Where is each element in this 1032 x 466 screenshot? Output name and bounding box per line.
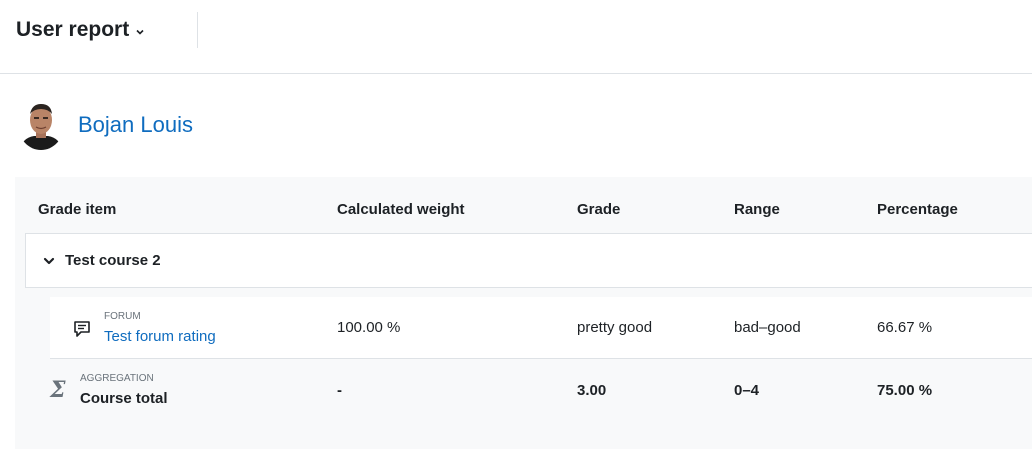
column-header-grade: Grade bbox=[577, 201, 621, 218]
total-percentage-cell: 75.00 % bbox=[877, 382, 933, 399]
category-name: Test course 2 bbox=[65, 252, 161, 269]
user-name-link[interactable]: Bojan Louis bbox=[78, 112, 193, 138]
column-header-percentage: Percentage bbox=[877, 201, 958, 218]
column-header-calculated-weight: Calculated weight bbox=[337, 201, 465, 218]
collapse-chevron-icon[interactable] bbox=[42, 254, 56, 268]
avatar[interactable] bbox=[18, 100, 64, 150]
column-header-grade-item: Grade item bbox=[38, 201, 117, 218]
range-cell: bad–good bbox=[734, 319, 801, 336]
item-type-label: FORUM bbox=[104, 311, 141, 322]
forum-icon bbox=[72, 319, 92, 339]
course-total-row: Σ AGGREGATION Course total - 3.00 0–4 75… bbox=[50, 359, 1032, 421]
total-range-cell: 0–4 bbox=[734, 382, 760, 399]
category-row: Test course 2 bbox=[25, 233, 1032, 288]
grade-cell: pretty good bbox=[577, 319, 653, 336]
column-header-range: Range bbox=[734, 201, 780, 218]
chevron-down-icon bbox=[135, 27, 145, 37]
divider bbox=[197, 12, 198, 48]
report-title: User report bbox=[16, 18, 130, 41]
table-row: FORUM Test forum rating 100.00 % pretty … bbox=[50, 297, 1032, 359]
weight-cell: 100.00 % bbox=[337, 319, 401, 336]
top-bar: User report bbox=[0, 0, 1032, 74]
report-selector[interactable]: User report bbox=[16, 16, 145, 44]
total-weight-cell: - bbox=[337, 382, 342, 399]
sigma-icon: Σ bbox=[50, 377, 66, 403]
course-total-label: Course total bbox=[80, 390, 168, 407]
user-header: Bojan Louis bbox=[18, 99, 193, 151]
aggregation-label: AGGREGATION bbox=[80, 373, 154, 384]
grade-item-link[interactable]: Test forum rating bbox=[104, 328, 216, 345]
total-grade-cell: 3.00 bbox=[577, 382, 607, 399]
percentage-cell: 66.67 % bbox=[877, 319, 933, 336]
